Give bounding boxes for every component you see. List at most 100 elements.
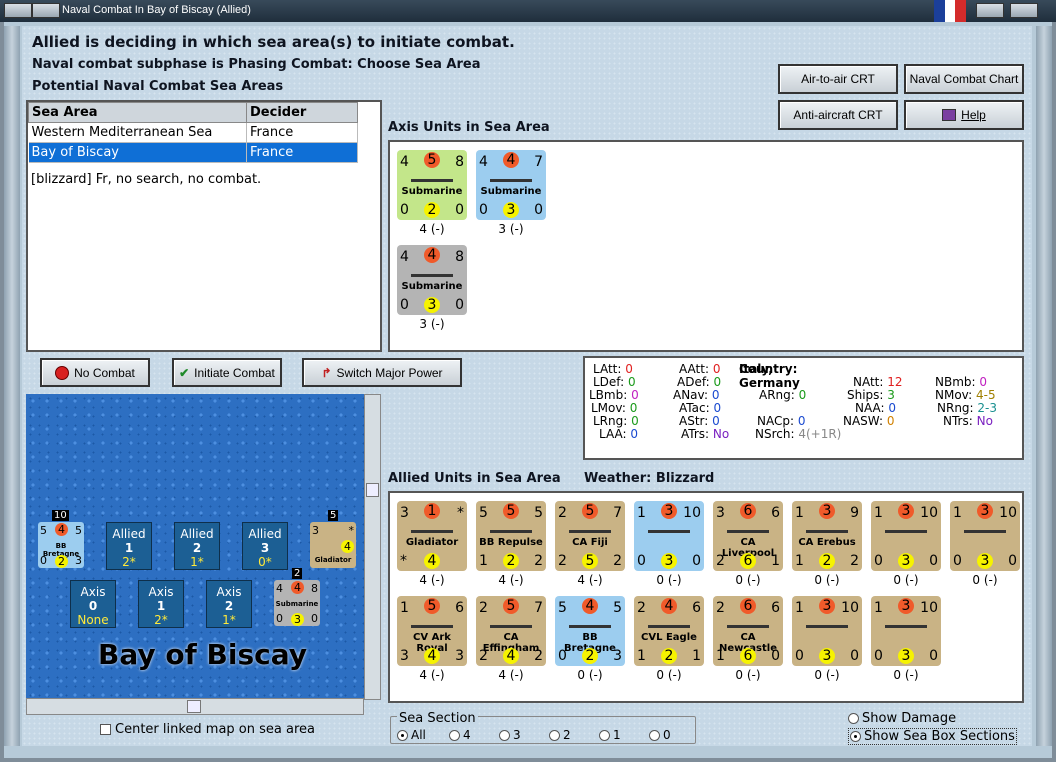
- radio-button[interactable]: [549, 730, 560, 741]
- allied-unit-counter[interactable]: 3 1 * Gladiator * 4: [397, 501, 467, 571]
- air-to-air-crt-button[interactable]: Air-to-air CRT: [778, 64, 898, 94]
- close-button[interactable]: [1010, 3, 1038, 18]
- show-damage-option[interactable]: Show Damage: [848, 711, 956, 726]
- axis-submarine-counter[interactable]: 4 5 8 Submarine 0 2 0: [397, 150, 467, 220]
- allied-unit-counter[interactable]: 1 3 10 0 3 0: [634, 501, 704, 571]
- radio-button[interactable]: [499, 730, 510, 741]
- radio-button[interactable]: [449, 730, 460, 741]
- system-menu-button[interactable]: [4, 3, 32, 18]
- axis-sea-box-1[interactable]: Axis 1 2*: [138, 580, 184, 628]
- counter-value: 6: [740, 598, 756, 614]
- help-button[interactable]: Help: [904, 100, 1024, 130]
- counter-value: 3: [613, 648, 622, 664]
- axis-submarine-counter[interactable]: 4 4 7 Submarine 0 3 0: [476, 150, 546, 220]
- no-combat-button[interactable]: No Combat: [40, 358, 150, 387]
- radio-2[interactable]: 2: [549, 728, 571, 742]
- table-row-selected[interactable]: Bay of Biscay France: [28, 142, 358, 163]
- allied-unit-counter[interactable]: 1 3 9 CA Erebus 1 2 2: [792, 501, 862, 571]
- radio-button[interactable]: [599, 730, 610, 741]
- submarine-icon: [411, 174, 453, 182]
- radio-button[interactable]: [850, 731, 861, 742]
- counter-value: 8: [455, 154, 464, 170]
- switch-arrow-icon: ↱: [321, 365, 332, 380]
- axis-sea-box-0[interactable]: Axis 0 None: [70, 580, 116, 628]
- radio-button[interactable]: [397, 730, 408, 741]
- allied-unit-counter[interactable]: 2 4 6 CVL Eagle 1 2 1: [634, 596, 704, 666]
- radio-4[interactable]: 4: [449, 728, 471, 742]
- stat-ldef: 0: [627, 375, 636, 389]
- radio-button[interactable]: [848, 713, 859, 724]
- map-horizontal-scrollbar[interactable]: [26, 698, 364, 715]
- maximize-button[interactable]: [976, 3, 1004, 18]
- counter-value: 0: [692, 553, 701, 569]
- box-label: Allied: [112, 527, 146, 541]
- map-counter-bb-bretagne[interactable]: 5 4 5 BB Bretagne 0 2 3: [38, 522, 84, 568]
- counter-value: 7: [534, 154, 543, 170]
- allied-unit-counter[interactable]: 366CA Liverpool261: [713, 501, 783, 571]
- box-label: Allied: [180, 527, 214, 541]
- table-row[interactable]: Western Mediterranean Sea France: [28, 122, 358, 143]
- counter-value: 3: [819, 648, 835, 664]
- map-counter-gladiator[interactable]: 3 * Gladiator 4: [310, 522, 356, 568]
- radio-all[interactable]: All: [397, 728, 426, 742]
- checkbox-box[interactable]: [100, 724, 111, 735]
- counter-value: 6: [740, 503, 756, 519]
- counter-value: 4: [661, 598, 677, 614]
- counter-value: 8: [311, 582, 318, 595]
- allied-unit-counter[interactable]: 1 3 10 0 3 0: [871, 501, 941, 571]
- allied-sea-box-1[interactable]: Allied 1 2*: [106, 522, 152, 570]
- map-vertical-scrollbar[interactable]: [364, 394, 381, 700]
- map-counter-submarine[interactable]: 4 4 8 Submarine 0 3 0: [274, 580, 320, 626]
- switch-major-power-button[interactable]: ↱ Switch Major Power: [302, 358, 462, 387]
- allied-unit-counter[interactable]: 1 3 10 0 3 0: [792, 596, 862, 666]
- radio-0[interactable]: 0: [649, 728, 671, 742]
- anti-aircraft-crt-button[interactable]: Anti-aircraft CRT: [778, 100, 898, 130]
- box-value: 1: [156, 599, 166, 613]
- show-sea-box-sections-option[interactable]: Show Sea Box Sections: [848, 728, 1017, 745]
- scroll-thumb[interactable]: [187, 700, 201, 713]
- axis-sea-box-2[interactable]: Axis 2 1*: [206, 580, 252, 628]
- scroll-thumb[interactable]: [366, 483, 379, 497]
- allied-unit-counter[interactable]: 266CA Newcastle160: [713, 596, 783, 666]
- counter-value: 1: [692, 648, 701, 664]
- counter-value: 1: [716, 648, 725, 664]
- counter-value: 1: [795, 553, 804, 569]
- allied-unit-counter[interactable]: 5 5 5 BB Repulse 1 2 2: [476, 501, 546, 571]
- switch-major-power-label: Switch Major Power: [336, 365, 443, 380]
- counter-value: 10: [841, 600, 859, 616]
- center-linked-checkbox[interactable]: Center linked map on sea area: [100, 722, 315, 737]
- initiate-combat-button[interactable]: ✔ Initiate Combat: [172, 358, 282, 387]
- radio-button[interactable]: [649, 730, 660, 741]
- minimize-button[interactable]: [32, 3, 60, 18]
- allied-unit-counter[interactable]: 2 5 7 CA Fiji 2 5 2: [555, 501, 625, 571]
- box-label: Axis: [148, 585, 174, 599]
- checkmark-icon: ✔: [179, 365, 190, 380]
- counter-value: 4: [503, 152, 519, 168]
- counter-name: Submarine: [401, 186, 463, 197]
- allied-unit-counter[interactable]: 156CV Ark Royal343: [397, 596, 467, 666]
- allied-unit-counter[interactable]: 1 3 10 0 3 0: [871, 596, 941, 666]
- counter-value: 0: [455, 297, 464, 313]
- stat-ships: 3: [887, 388, 895, 402]
- counter-value: 4: [400, 249, 409, 265]
- radio-1[interactable]: 1: [599, 728, 621, 742]
- radio-3[interactable]: 3: [499, 728, 521, 742]
- allied-sea-box-2[interactable]: Allied 2 1*: [174, 522, 220, 570]
- counter-value: 2: [716, 600, 725, 616]
- axis-submarine-counter[interactable]: 4 4 8 Submarine 0 3 0: [397, 245, 467, 315]
- allied-unit-counter[interactable]: 257CA Effingham242: [476, 596, 546, 666]
- counter-value: 3: [977, 553, 993, 569]
- naval-combat-chart-button[interactable]: Naval Combat Chart: [904, 64, 1024, 94]
- counter-value: 10: [683, 505, 701, 521]
- col-decider[interactable]: Decider: [246, 102, 358, 123]
- counter-value: 5: [503, 598, 519, 614]
- allied-unit-counter[interactable]: 545BB Bretagne023: [555, 596, 625, 666]
- box-sub: 0*: [258, 555, 272, 569]
- counter-value: 0: [400, 202, 409, 218]
- radio-label: 4: [463, 728, 471, 742]
- counter-value: 0: [953, 553, 962, 569]
- counter-value: 3: [977, 503, 993, 519]
- allied-unit-counter[interactable]: 1 3 10 0 3 0: [950, 501, 1020, 571]
- col-sea-area[interactable]: Sea Area: [28, 102, 247, 123]
- allied-sea-box-3[interactable]: Allied 3 0*: [242, 522, 288, 570]
